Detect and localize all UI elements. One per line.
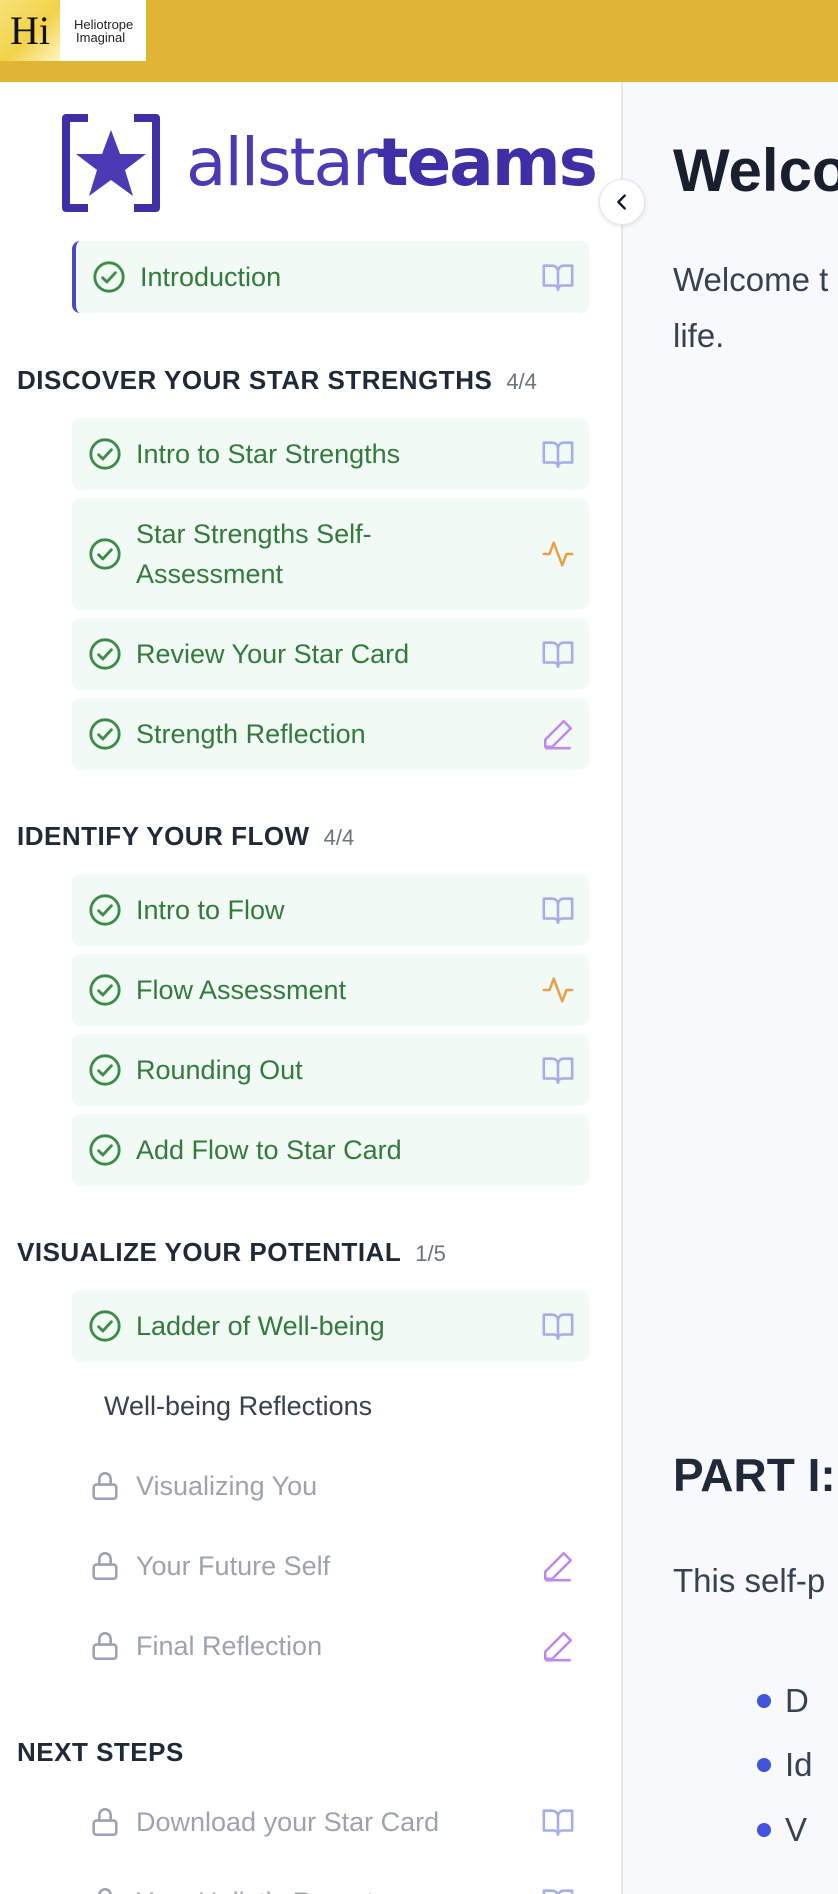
book-icon [542, 264, 574, 292]
sidebar-item-introduction[interactable]: Introduction [72, 241, 589, 313]
heliotrope-logo[interactable]: Hi Heliotrope Imaginal [0, 0, 146, 61]
book-icon [542, 441, 574, 469]
sidebar-item-label: Well-being Reflections [104, 1391, 373, 1421]
sidebar-item-label: Your Holistic Report [136, 1882, 374, 1894]
welcome-paragraph: Welcome t life. [673, 261, 829, 354]
sidebar-item-wellbeing-reflections[interactable]: Well-being Reflections [72, 1370, 589, 1442]
sidebar-item-label: Introduction [140, 262, 282, 292]
sidebar-item-holistic-report[interactable]: Your Holistic Report [72, 1866, 589, 1894]
check-circle-icon [89, 538, 121, 570]
sidebar-item-label: Intro to Star Strengths [136, 439, 401, 469]
sidebar-item-rounding-out[interactable]: Rounding Out [72, 1034, 589, 1106]
book-icon [542, 1313, 574, 1341]
list-item: Id [757, 1746, 813, 1783]
pencil-icon [543, 1631, 573, 1662]
sidebar-item-download-star-card[interactable]: Download your Star Card [72, 1786, 589, 1858]
section-header-next-steps: NEXT STEPS [17, 1737, 184, 1767]
sidebar-item-star-strengths-assessment[interactable]: Star Strengths Self- Assessment [72, 498, 589, 610]
section-header-star-strengths: DISCOVER YOUR STAR STRENGTHS 4/4 [17, 365, 537, 395]
chevron-left-icon [617, 194, 626, 210]
check-circle-icon [89, 638, 121, 670]
sidebar-item-label: Visualizing You [136, 1471, 318, 1501]
sidebar-item-intro-star-strengths[interactable]: Intro to Star Strengths [72, 418, 589, 490]
sidebar-item-review-star-card[interactable]: Review Your Star Card [72, 618, 589, 690]
lock-icon [98, 1888, 112, 1894]
pencil-icon [543, 719, 573, 750]
activity-icon [542, 541, 574, 567]
sidebar-item-future-self[interactable]: Your Future Self [72, 1530, 589, 1602]
sidebar-item-label: Download your Star Card [136, 1807, 440, 1837]
sidebar-item-strength-reflection[interactable]: Strength Reflection [72, 698, 589, 770]
pencil-icon [543, 1551, 573, 1582]
sidebar-item-label: Ladder of Well-being [136, 1311, 385, 1341]
section-header-identify-flow: IDENTIFY YOUR FLOW 4/4 [17, 821, 355, 851]
check-circle-icon [89, 438, 121, 470]
hi-logo-mark: Hi [0, 0, 60, 61]
section-header-visualize-potential: VISUALIZE YOUR POTENTIAL 1/5 [17, 1237, 446, 1267]
lock-icon [92, 1552, 118, 1581]
sidebar-item-label: Final Reflection [136, 1631, 323, 1661]
check-circle-icon [89, 974, 121, 1006]
collapse-sidebar-button[interactable] [599, 179, 645, 225]
activity-icon [542, 977, 574, 1003]
check-circle-icon [93, 261, 125, 293]
list-item: V [756, 1811, 808, 1848]
sidebar-item-label: Intro to Flow [136, 895, 285, 925]
sidebar-item-final-reflection[interactable]: Final Reflection [72, 1610, 589, 1682]
sidebar-item-label: Strength Reflection [136, 719, 366, 749]
check-circle-icon [89, 1134, 121, 1166]
list-item: D [757, 1682, 809, 1719]
sidebar-item-visualizing-you[interactable]: Visualizing You [72, 1450, 589, 1522]
sidebar: allstarteams Introduction DISCOVER YOUR … [0, 82, 623, 1894]
part-paragraph: This self-p [673, 1562, 826, 1599]
allstarteams-logo[interactable]: allstarteams [62, 114, 598, 212]
lock-icon [92, 1632, 118, 1661]
sidebar-item-flow-assessment[interactable]: Flow Assessment [72, 954, 589, 1026]
sidebar-item-label: Star Strengths Self- Assessment [136, 519, 372, 589]
sidebar-item-ladder-wellbeing[interactable]: Ladder of Well-being [72, 1290, 589, 1362]
check-circle-icon [89, 1310, 121, 1342]
book-icon [542, 897, 574, 925]
sidebar-item-add-flow-star-card[interactable]: Add Flow to Star Card [72, 1114, 589, 1186]
book-icon [542, 1889, 574, 1894]
top-bar: Hi Heliotrope Imaginal [0, 0, 838, 82]
sidebar-item-label: Add Flow to Star Card [136, 1135, 402, 1165]
book-icon [542, 1057, 574, 1085]
part-heading: PART I: [673, 1449, 836, 1501]
sidebar-item-label: Rounding Out [136, 1055, 303, 1085]
brand-wordmark: allstarteams [186, 124, 598, 201]
book-icon [542, 641, 574, 669]
book-icon [542, 1809, 574, 1837]
check-circle-icon [89, 718, 121, 750]
sidebar-item-label: Your Future Self [136, 1551, 331, 1581]
star-logo-icon [62, 114, 160, 212]
hi-logo-text: Heliotrope Imaginal [74, 16, 134, 45]
check-circle-icon [89, 894, 121, 926]
main-content: Welco Welcome t life. PART I: This self-p… [625, 82, 838, 1894]
sidebar-item-label: Review Your Star Card [136, 639, 410, 669]
check-circle-icon [89, 1054, 121, 1086]
lock-icon [92, 1808, 118, 1837]
page-title: Welco [673, 137, 838, 204]
sidebar-item-intro-flow[interactable]: Intro to Flow [72, 874, 589, 946]
lock-icon [92, 1472, 118, 1501]
sidebar-item-label: Flow Assessment [136, 975, 347, 1005]
